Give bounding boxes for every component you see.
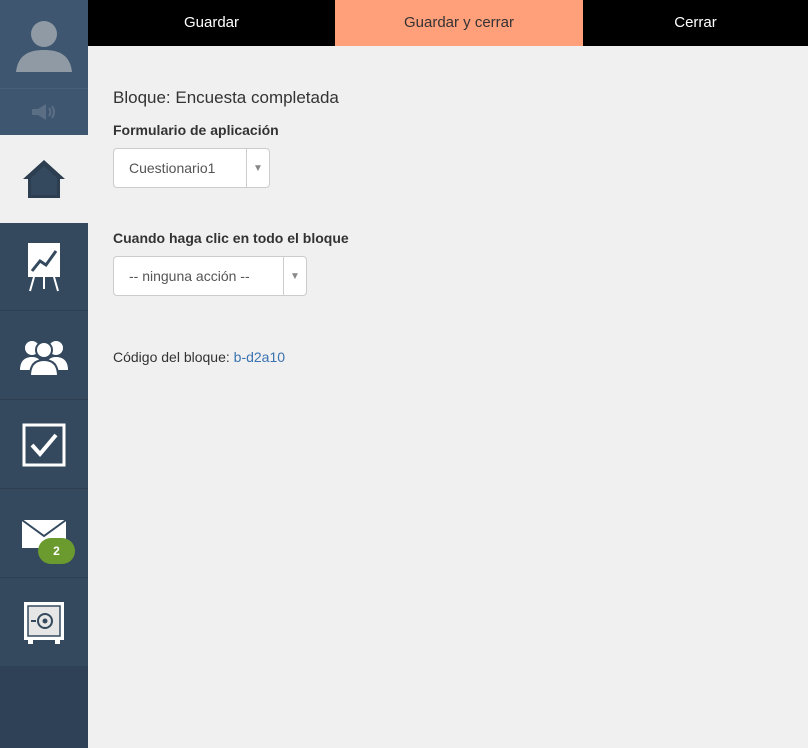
page-title: Bloque: Encuesta completada [113,88,339,107]
sidebar-footer [0,666,88,748]
action-toolbar: Guardar Guardar y cerrar Cerrar [88,0,808,46]
form-select[interactable]: Cuestionario1 ▼ [113,148,270,188]
safe-icon [24,601,64,644]
chart-board-icon [28,242,60,291]
user-avatar-icon [16,21,72,72]
form-label: Formulario de aplicación [113,122,279,138]
checkbox-icon [22,423,66,466]
sidebar-item-safe[interactable] [0,579,88,667]
sidebar-item-users[interactable] [0,312,88,400]
click-action-select-value: -- ninguna acción -- [129,268,250,284]
click-action-select[interactable]: -- ninguna acción -- ▼ [113,256,307,296]
speaker-icon [32,104,55,120]
block-code-label: Código del bloque: [113,349,230,365]
click-action-label: Cuando haga clic en todo el bloque [113,230,349,246]
user-avatar[interactable] [0,0,88,88]
sound-toggle[interactable] [0,88,88,135]
block-code-value[interactable]: b-d2a10 [234,349,285,365]
users-group-icon [20,340,68,376]
close-button[interactable]: Cerrar [583,0,808,46]
sidebar-item-messages[interactable] [0,490,88,578]
home-icon [23,160,65,198]
chevron-down-icon: ▼ [246,149,269,187]
sidebar-item-statistics[interactable] [0,223,88,311]
block-code-line: Código del bloque: b-d2a10 [113,349,285,365]
sidebar-item-home[interactable] [0,135,88,223]
save-button[interactable]: Guardar [88,0,335,46]
unread-messages-badge: 2 [38,538,75,564]
chevron-down-icon: ▼ [283,257,306,295]
form-select-value: Cuestionario1 [129,160,216,176]
sidebar: 2 [0,0,88,748]
sidebar-item-tasks[interactable] [0,401,88,489]
save-and-close-button[interactable]: Guardar y cerrar [335,0,583,46]
